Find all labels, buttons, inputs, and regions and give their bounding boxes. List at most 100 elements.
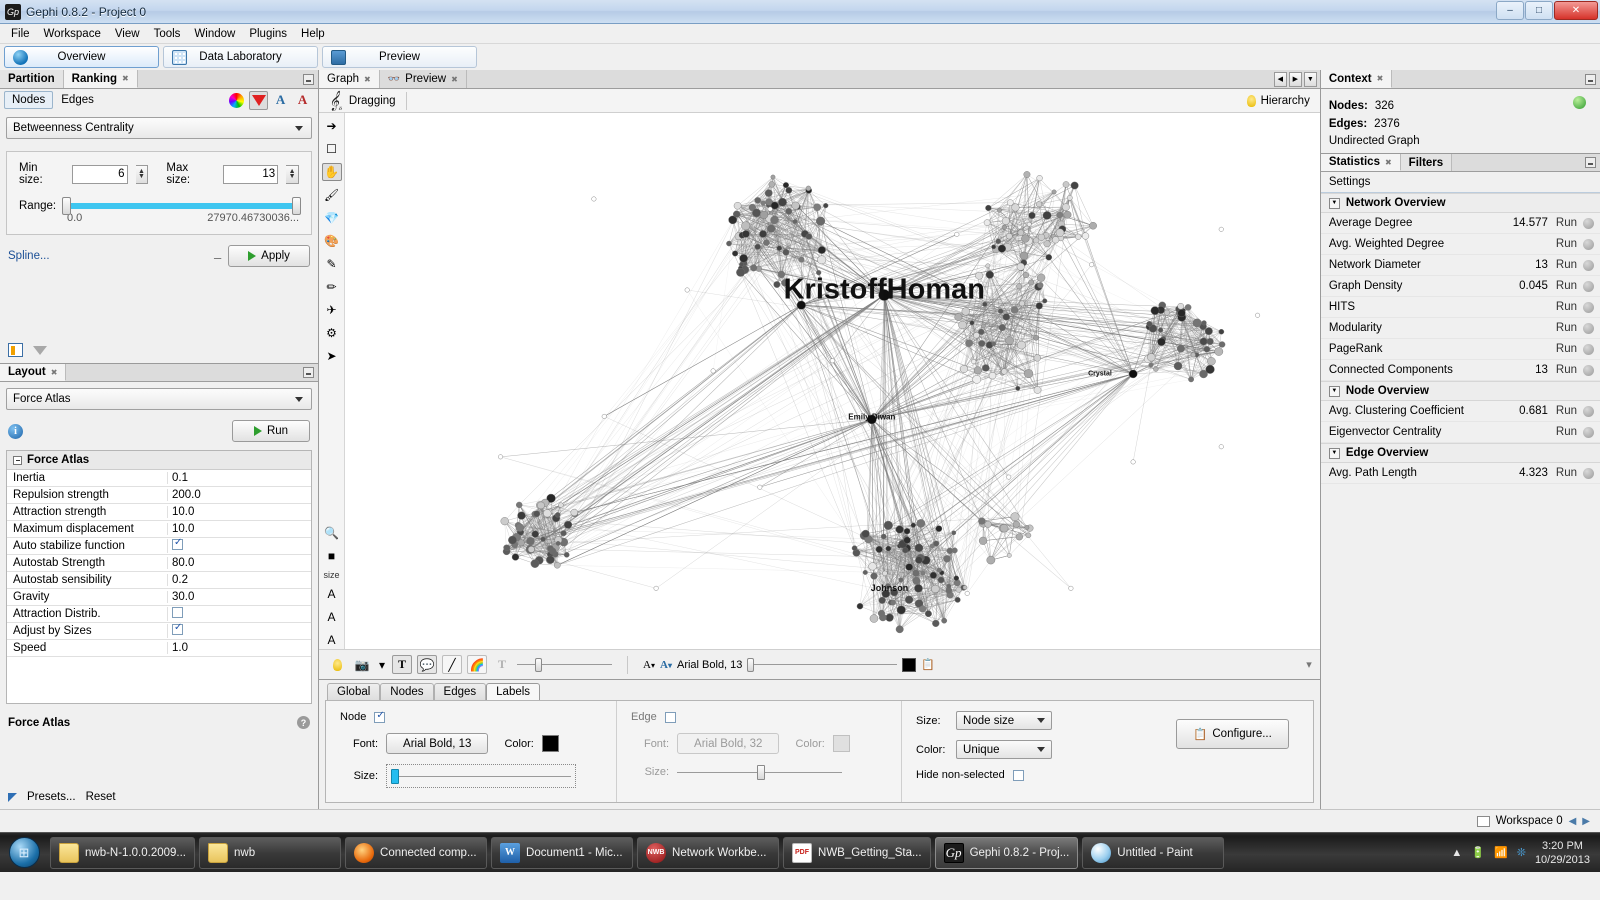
statistic-run-button[interactable]: Run: [1556, 238, 1577, 250]
scroll-right-icon[interactable]: ▶: [1288, 71, 1302, 87]
tab-data-laboratory[interactable]: Data Laboratory: [163, 46, 318, 68]
config-icon[interactable]: 📋: [921, 658, 935, 671]
label-size-slider[interactable]: [747, 657, 898, 672]
layout-property-row[interactable]: Maximum displacement 10.0: [7, 521, 312, 538]
list-icon[interactable]: [8, 343, 23, 357]
taskbar-item[interactable]: PDF NWB_Getting_Sta...: [783, 836, 931, 869]
subtab-edges[interactable]: Edges: [53, 91, 102, 109]
statistic-run-button[interactable]: Run: [1556, 405, 1577, 417]
label-font-icon[interactable]: A: [322, 608, 342, 626]
ranking-attribute-select[interactable]: Betweenness Centrality: [6, 117, 313, 139]
pencil-icon[interactable]: ✎: [322, 255, 342, 273]
statistic-run-button[interactable]: Run: [1556, 426, 1577, 438]
hand-drag-icon[interactable]: ✋: [321, 163, 342, 181]
layout-property-row[interactable]: Autostab Strength 80.0: [7, 555, 312, 572]
taskbar-item[interactable]: nwb: [199, 836, 342, 869]
increase-font-icon[interactable]: A▾: [660, 659, 672, 671]
minimize-panel-icon[interactable]: [1585, 73, 1596, 85]
collapse-icon[interactable]: ▼: [1328, 385, 1340, 397]
prev-arrow-icon[interactable]: ◀: [1569, 816, 1577, 827]
tab-edges[interactable]: Edges: [433, 683, 487, 700]
apply-button[interactable]: Apply: [228, 245, 311, 267]
maximize-button[interactable]: □: [1525, 1, 1553, 20]
node-label-size-slider[interactable]: [391, 768, 572, 784]
close-button[interactable]: ✕: [1554, 1, 1598, 20]
cursor-icon[interactable]: ➔: [322, 117, 342, 135]
show-node-labels-icon[interactable]: T: [392, 655, 413, 674]
shortest-path-icon[interactable]: ✈: [322, 301, 342, 319]
layout-property-checkbox[interactable]: [172, 607, 183, 618]
node-color-icon[interactable]: ■: [322, 547, 342, 565]
label-font-value[interactable]: Arial Bold, 13: [677, 659, 742, 671]
tab-nodes[interactable]: Nodes: [380, 683, 434, 700]
layout-property-row[interactable]: Attraction strength 10.0: [7, 504, 312, 521]
edge-label-checkbox[interactable]: [664, 711, 676, 723]
gear-icon[interactable]: ⚙: [322, 324, 342, 342]
menu-tools[interactable]: Tools: [147, 26, 188, 42]
layout-run-button[interactable]: Run: [232, 420, 311, 442]
label-size-icon[interactable]: A: [293, 91, 312, 110]
chevron-down-icon[interactable]: ▾: [377, 655, 387, 674]
close-icon[interactable]: ✖: [1385, 158, 1392, 167]
spline-link[interactable]: Spline...: [8, 250, 50, 262]
tab-preview[interactable]: Preview: [322, 46, 477, 68]
layout-property-value[interactable]: 1.0: [167, 642, 311, 654]
menu-help[interactable]: Help: [294, 26, 332, 42]
layout-property-row[interactable]: Adjust by Sizes: [7, 622, 312, 640]
minimize-panel-icon[interactable]: [1585, 157, 1596, 168]
label-size-icon[interactable]: A: [322, 631, 342, 649]
magnifier-icon[interactable]: 🔍: [322, 524, 342, 542]
node-font-button[interactable]: Arial Bold, 13: [386, 733, 489, 754]
range-knob-low[interactable]: [62, 197, 72, 215]
layout-property-row[interactable]: Autostab sensibility 0.2: [7, 572, 312, 589]
layout-algorithm-select[interactable]: Force Atlas: [6, 388, 313, 410]
label-color-icon[interactable]: A: [322, 585, 342, 603]
statistic-run-button[interactable]: Run: [1556, 343, 1577, 355]
configure-button[interactable]: 📋 Configure...: [1176, 719, 1289, 749]
help-icon[interactable]: ?: [297, 716, 311, 729]
next-arrow-icon[interactable]: ▶: [1582, 816, 1590, 827]
menu-window[interactable]: Window: [187, 26, 242, 42]
statistics-settings-label[interactable]: Settings: [1320, 172, 1600, 193]
layout-property-row[interactable]: Attraction Distrib.: [7, 606, 312, 623]
close-icon[interactable]: ✖: [122, 74, 129, 83]
action-center-icon[interactable]: ❊: [1517, 846, 1526, 859]
taskbar-item[interactable]: Untitled - Paint: [1082, 836, 1225, 869]
minimize-button[interactable]: –: [1496, 1, 1524, 20]
layout-property-value[interactable]: 0.2: [167, 574, 311, 586]
signal-icon[interactable]: 📶: [1494, 846, 1508, 859]
battery-icon[interactable]: 🔋: [1471, 846, 1485, 859]
statistic-run-button[interactable]: Run: [1556, 217, 1577, 229]
paint-icon[interactable]: 🎨: [322, 232, 342, 250]
tab-layout[interactable]: Layout ✖: [0, 364, 67, 381]
chevron-up-icon[interactable]: ▲: [1451, 847, 1462, 859]
tab-labels[interactable]: Labels: [486, 683, 541, 700]
close-icon[interactable]: ✖: [1377, 74, 1384, 83]
scroll-left-icon[interactable]: ◀: [1273, 71, 1287, 87]
layout-property-value[interactable]: [167, 537, 311, 553]
edge-thickness-slider[interactable]: [517, 657, 613, 672]
menu-plugins[interactable]: Plugins: [242, 26, 294, 42]
funnel-icon[interactable]: [33, 345, 47, 355]
subtab-nodes[interactable]: Nodes: [4, 91, 54, 109]
brush-icon[interactable]: 🖌: [322, 186, 342, 204]
layout-property-row[interactable]: Gravity 30.0: [7, 589, 312, 606]
range-slider[interactable]: [62, 197, 302, 215]
statistic-run-button[interactable]: Run: [1556, 467, 1577, 479]
statistics-group-header[interactable]: ▼ Node Overview: [1320, 381, 1600, 401]
label-color-swatch[interactable]: [902, 657, 917, 672]
statistic-run-button[interactable]: Run: [1556, 364, 1577, 376]
node-label-checkbox[interactable]: [374, 710, 386, 723]
edge-color-icon[interactable]: 🌈: [467, 655, 488, 674]
menu-file[interactable]: File: [4, 26, 37, 42]
layout-property-value[interactable]: 80.0: [167, 557, 311, 569]
clock[interactable]: 3:20 PM 10/29/2013: [1535, 839, 1590, 867]
tab-preview-graph[interactable]: 👓 Preview ✖: [379, 70, 467, 88]
diamond-icon[interactable]: 💎: [322, 209, 342, 227]
tab-filters[interactable]: Filters: [1400, 154, 1453, 171]
rectangle-select-icon[interactable]: ☐: [322, 140, 342, 158]
layout-property-row[interactable]: Auto stabilize function: [7, 537, 312, 555]
taskbar-item[interactable]: NWB Network Workbe...: [637, 836, 780, 869]
graph-canvas[interactable]: KristoffHoman Emily Diwan Crystal Johnson: [345, 113, 1320, 649]
statistic-run-button[interactable]: Run: [1556, 322, 1577, 334]
